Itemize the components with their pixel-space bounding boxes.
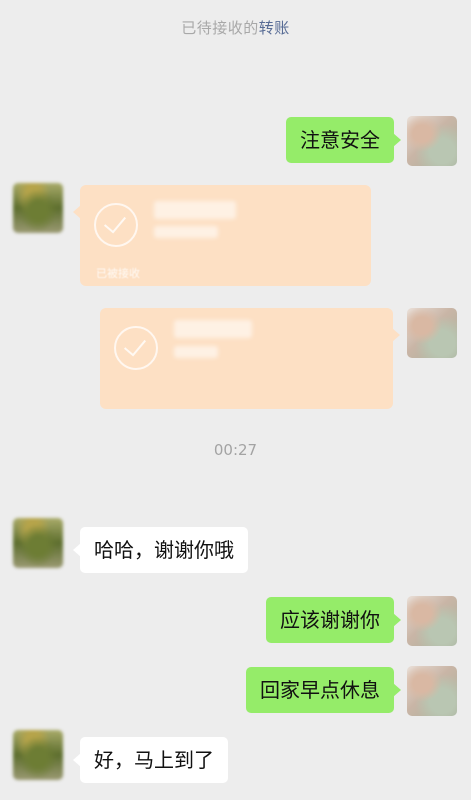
transfer-amount-blurred: [154, 201, 236, 219]
transfer-notice: 已待接收的转账: [0, 17, 471, 38]
contact-avatar[interactable]: [13, 518, 63, 568]
message-text: 哈哈，谢谢你哦: [94, 538, 234, 562]
transfer-footer: 已被接收: [96, 267, 140, 280]
transfer-status-blurred: [154, 226, 218, 238]
contact-avatar[interactable]: [13, 183, 63, 233]
my-avatar[interactable]: [407, 596, 457, 646]
message-text: 应该谢谢你: [280, 608, 380, 632]
sent-message[interactable]: 应该谢谢你: [266, 597, 401, 643]
transfer-icon: [114, 326, 158, 370]
sent-message[interactable]: 回家早点休息: [246, 667, 401, 713]
transfer-link[interactable]: 转账: [259, 19, 290, 37]
transfer-icon: [94, 203, 138, 247]
received-message[interactable]: 哈哈，谢谢你哦: [73, 527, 248, 573]
sent-message[interactable]: 注意安全: [286, 117, 401, 163]
my-avatar[interactable]: [407, 666, 457, 716]
received-message[interactable]: 好，马上到了: [73, 737, 228, 783]
transfer-amount-blurred: [174, 320, 252, 338]
my-avatar[interactable]: [407, 308, 457, 358]
message-text: 好，马上到了: [94, 748, 214, 772]
transfer-notice-text: 已待接收的: [181, 19, 259, 37]
transfer-status-blurred: [174, 346, 218, 358]
my-avatar[interactable]: [407, 116, 457, 166]
message-text: 注意安全: [300, 128, 380, 152]
message-text: 回家早点休息: [260, 678, 380, 702]
transfer-card-sent[interactable]: [100, 308, 400, 409]
transfer-card-received[interactable]: 已被接收: [73, 185, 371, 286]
chat-timestamp: 00:27: [213, 441, 258, 459]
contact-avatar[interactable]: [13, 730, 63, 780]
